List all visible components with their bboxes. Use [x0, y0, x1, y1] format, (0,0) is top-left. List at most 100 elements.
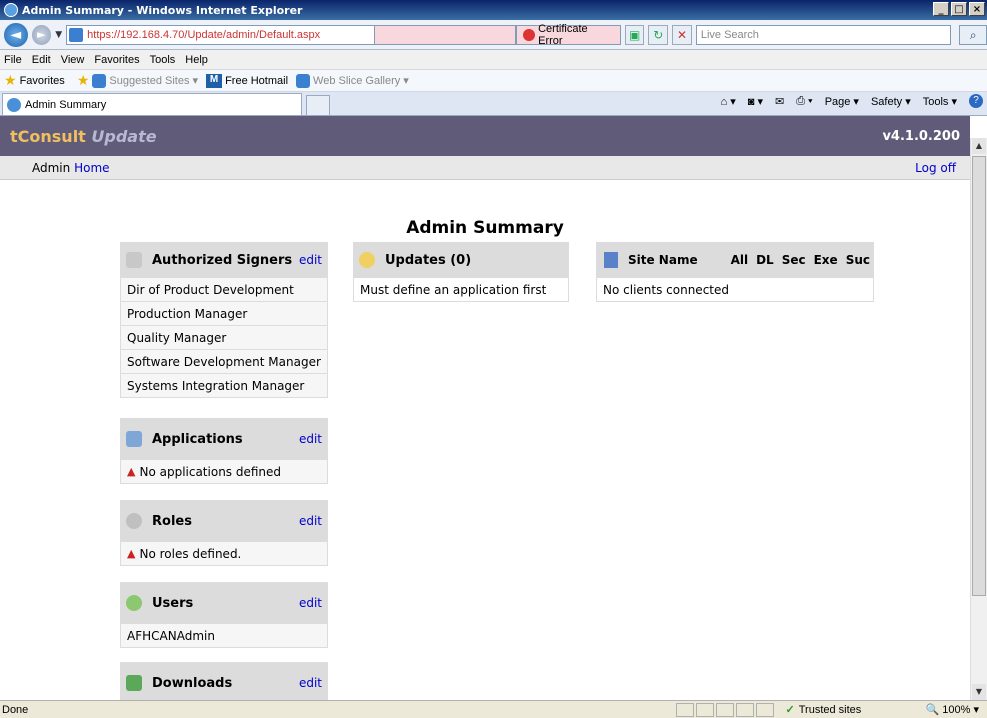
- history-dropdown-icon[interactable]: ▼: [55, 30, 62, 40]
- fav-free-hotmail[interactable]: M Free Hotmail: [206, 73, 288, 88]
- breadcrumb: Admin Home: [32, 161, 110, 175]
- updates-message: Must define an application first: [353, 278, 569, 302]
- window-titlebar: Admin Summary - Windows Internet Explore…: [0, 0, 987, 20]
- cmd-safety[interactable]: Safety ▾: [871, 95, 911, 108]
- fav-web-slice-gallery[interactable]: Web Slice Gallery ▾: [296, 73, 409, 88]
- fav-label: Suggested Sites ▾: [109, 75, 199, 87]
- roles-icon: [126, 513, 142, 529]
- updates-icon: [359, 252, 375, 268]
- list-item: AFHCANAdmin: [120, 624, 328, 648]
- minimize-button[interactable]: _: [933, 2, 949, 16]
- sites-message: No clients connected: [596, 278, 874, 302]
- url-field[interactable]: https://192.168.4.70/Update/admin/Defaul…: [66, 24, 375, 45]
- menu-view[interactable]: View: [61, 54, 85, 66]
- close-button[interactable]: ×: [969, 2, 985, 16]
- compat-view-icon[interactable]: ▣: [624, 24, 645, 45]
- sub-navigation: Admin Home Log off: [0, 156, 970, 180]
- forward-button[interactable]: ►: [31, 24, 52, 45]
- status-segment: [715, 702, 734, 717]
- signers-panel: Authorized Signers edit Dir of Product D…: [120, 242, 328, 398]
- signers-edit-link[interactable]: edit: [299, 253, 322, 267]
- menu-tools[interactable]: Tools: [150, 54, 176, 66]
- users-edit-link[interactable]: edit: [299, 596, 322, 610]
- updates-panel: Updates (0) Must define an application f…: [353, 242, 569, 302]
- roles-empty-row: ▲ No roles defined.: [120, 542, 328, 566]
- status-segment: [675, 702, 694, 717]
- home-link[interactable]: Home: [74, 161, 109, 175]
- tab-admin-summary[interactable]: Admin Summary: [2, 93, 302, 115]
- mail-icon[interactable]: ✉: [775, 95, 784, 108]
- url-text: https://192.168.4.70/Update/admin/Defaul…: [87, 28, 321, 41]
- sites-columns: All DL Sec Exe Suc: [731, 253, 870, 267]
- maximize-button[interactable]: □: [951, 2, 967, 16]
- users-icon: [126, 595, 142, 611]
- signers-title: Authorized Signers: [152, 252, 293, 268]
- ie-page-icon: [92, 73, 107, 88]
- ie-tab-icon: [7, 97, 21, 112]
- menu-favorites[interactable]: Favorites: [94, 54, 139, 66]
- print-icon[interactable]: ⎙ ▾: [796, 95, 812, 108]
- roles-title: Roles: [152, 513, 192, 529]
- fav-suggested-sites[interactable]: Suggested Sites ▾: [92, 73, 199, 88]
- zoom-control[interactable]: 🔍 100% ▾: [926, 703, 979, 716]
- list-item: Quality Manager: [120, 326, 328, 350]
- search-input[interactable]: Live Search: [695, 24, 952, 45]
- scroll-up-icon[interactable]: ▲: [972, 138, 986, 154]
- command-bar: ⌂ ▾ ◙ ▾ ✉ ⎙ ▾ Page ▾ Safety ▾ Tools ▾ ?: [721, 94, 987, 108]
- page-icon: [69, 27, 84, 42]
- ie-icon: [4, 3, 18, 17]
- downloads-icon: [126, 675, 142, 691]
- cmd-page[interactable]: Page ▾: [825, 95, 859, 108]
- updates-title: Updates (0): [385, 252, 472, 268]
- search-icon[interactable]: ⌕: [959, 24, 987, 45]
- home-icon[interactable]: ⌂ ▾: [721, 95, 736, 108]
- cmd-tools[interactable]: Tools ▾: [923, 95, 957, 108]
- menu-file[interactable]: File: [4, 54, 22, 66]
- refresh-icon[interactable]: ↻: [648, 24, 669, 45]
- favorites-button[interactable]: Favorites: [20, 75, 65, 87]
- signers-icon: [126, 252, 142, 268]
- col-exe: Exe: [813, 253, 838, 267]
- downloads-header: Downloads edit: [120, 662, 328, 700]
- warning-icon: ▲: [127, 465, 136, 478]
- applications-edit-link[interactable]: edit: [299, 432, 322, 446]
- certificate-error-button[interactable]: Certificate Error: [516, 23, 621, 47]
- window-controls: _ □ ×: [933, 2, 985, 16]
- feeds-icon[interactable]: ◙ ▾: [748, 95, 763, 108]
- signers-header: Authorized Signers edit: [120, 242, 328, 278]
- search-placeholder: Live Search: [700, 28, 759, 41]
- zoom-icon: 🔍: [925, 704, 940, 716]
- users-header: Users edit: [120, 582, 328, 624]
- page-title: Admin Summary: [406, 218, 564, 238]
- sites-title: Site Name: [628, 253, 698, 267]
- new-tab-button[interactable]: [306, 95, 330, 115]
- roles-edit-link[interactable]: edit: [299, 514, 322, 528]
- menu-help[interactable]: Help: [185, 54, 208, 66]
- menu-edit[interactable]: Edit: [32, 54, 51, 66]
- back-button[interactable]: ◄: [4, 22, 28, 47]
- list-item: Dir of Product Development: [120, 278, 328, 302]
- tab-bar: Admin Summary ⌂ ▾ ◙ ▾ ✉ ⎙ ▾ Page ▾ Safet…: [0, 92, 987, 116]
- warning-icon: ▲: [127, 547, 136, 560]
- help-icon[interactable]: ?: [969, 94, 983, 108]
- status-segment: [735, 702, 754, 717]
- security-zone[interactable]: ✓ Trusted sites: [786, 703, 916, 717]
- list-item: Production Manager: [120, 302, 328, 326]
- scroll-down-icon[interactable]: ▼: [972, 684, 986, 700]
- breadcrumb-admin: Admin: [32, 160, 71, 175]
- downloads-edit-link[interactable]: edit: [299, 676, 322, 690]
- sites-header: Site Name All DL Sec Exe Suc: [596, 242, 874, 278]
- sites-icon: [604, 252, 618, 268]
- scroll-thumb[interactable]: [972, 156, 986, 596]
- add-favorite-icon[interactable]: ★: [77, 72, 90, 89]
- logoff-link[interactable]: Log off: [915, 161, 956, 175]
- address-bar: ◄ ► ▼ https://192.168.4.70/Update/admin/…: [0, 20, 987, 50]
- ie-page-icon: [296, 73, 311, 88]
- page-scrollbar[interactable]: ▲ ▼: [970, 138, 987, 700]
- zoom-level: 100%: [942, 704, 971, 716]
- stop-icon[interactable]: ✕: [672, 24, 692, 45]
- url-field-extension[interactable]: [374, 24, 517, 45]
- col-dl: DL: [756, 253, 774, 267]
- applications-title: Applications: [152, 431, 243, 447]
- status-segment: [695, 702, 714, 717]
